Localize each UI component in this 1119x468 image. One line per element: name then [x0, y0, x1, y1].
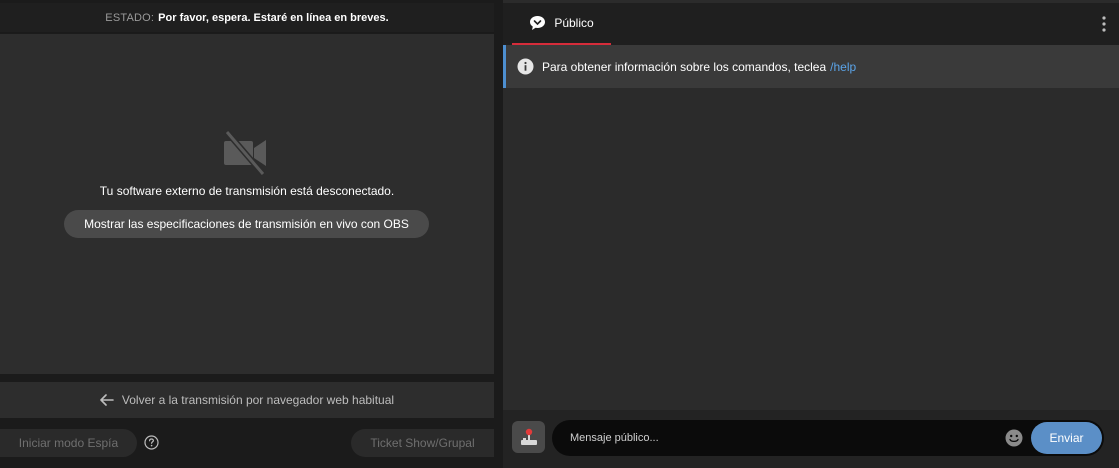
chat-input-bar: Enviar [503, 410, 1119, 468]
disconnect-message: Tu software externo de transmisión está … [99, 184, 395, 198]
video-area: Tu software externo de transmisión está … [0, 34, 494, 374]
info-icon [517, 58, 534, 75]
status-label: ESTADO: [105, 11, 155, 24]
chat-panel: Público Para obtener información sobre l… [503, 0, 1119, 468]
ticket-show-button[interactable]: Ticket Show/Grupal [351, 429, 494, 457]
info-text: Para obtener información sobre los coman… [542, 59, 827, 74]
status-text: Por favor, espera. Estaré en línea en br… [158, 11, 389, 24]
public-message-input[interactable] [570, 420, 1000, 456]
app-root: ESTADO: Por favor, espera. Estaré en lín… [0, 0, 1119, 468]
send-button[interactable]: Enviar [1031, 422, 1102, 454]
commands-info-banner: Para obtener información sobre los coman… [503, 45, 1119, 88]
kebab-menu-icon[interactable] [1101, 15, 1107, 33]
chat-tab-header: Público [503, 3, 1119, 45]
back-to-browser-button[interactable]: Volver a la transmisión por navegador we… [0, 382, 494, 418]
question-circle-icon[interactable] [144, 435, 159, 450]
chat-messages-area [503, 88, 1119, 410]
message-field-wrapper: Enviar [552, 420, 1104, 456]
arrow-left-icon [100, 394, 114, 406]
video-off-icon [224, 130, 266, 176]
obs-specs-button[interactable]: Mostrar las especificaciones de transmis… [64, 210, 429, 238]
spy-mode-button[interactable]: Iniciar modo Espía [0, 429, 137, 457]
help-command-link[interactable]: /help [830, 60, 856, 74]
joystick-icon [520, 428, 537, 445]
chat-bubble-icon [530, 16, 546, 30]
emoji-icon[interactable] [1005, 429, 1023, 447]
tab-public-label: Público [554, 16, 594, 30]
joystick-button[interactable] [512, 421, 545, 453]
back-bar-label: Volver a la transmisión por navegador we… [121, 393, 395, 407]
broadcast-panel: ESTADO: Por favor, espera. Estaré en lín… [0, 0, 494, 468]
tab-public[interactable]: Público [512, 3, 611, 45]
status-bar: ESTADO: Por favor, espera. Estaré en lín… [0, 3, 494, 33]
bottom-controls: Iniciar modo Espía Ticket Show/Grupal [0, 424, 494, 464]
